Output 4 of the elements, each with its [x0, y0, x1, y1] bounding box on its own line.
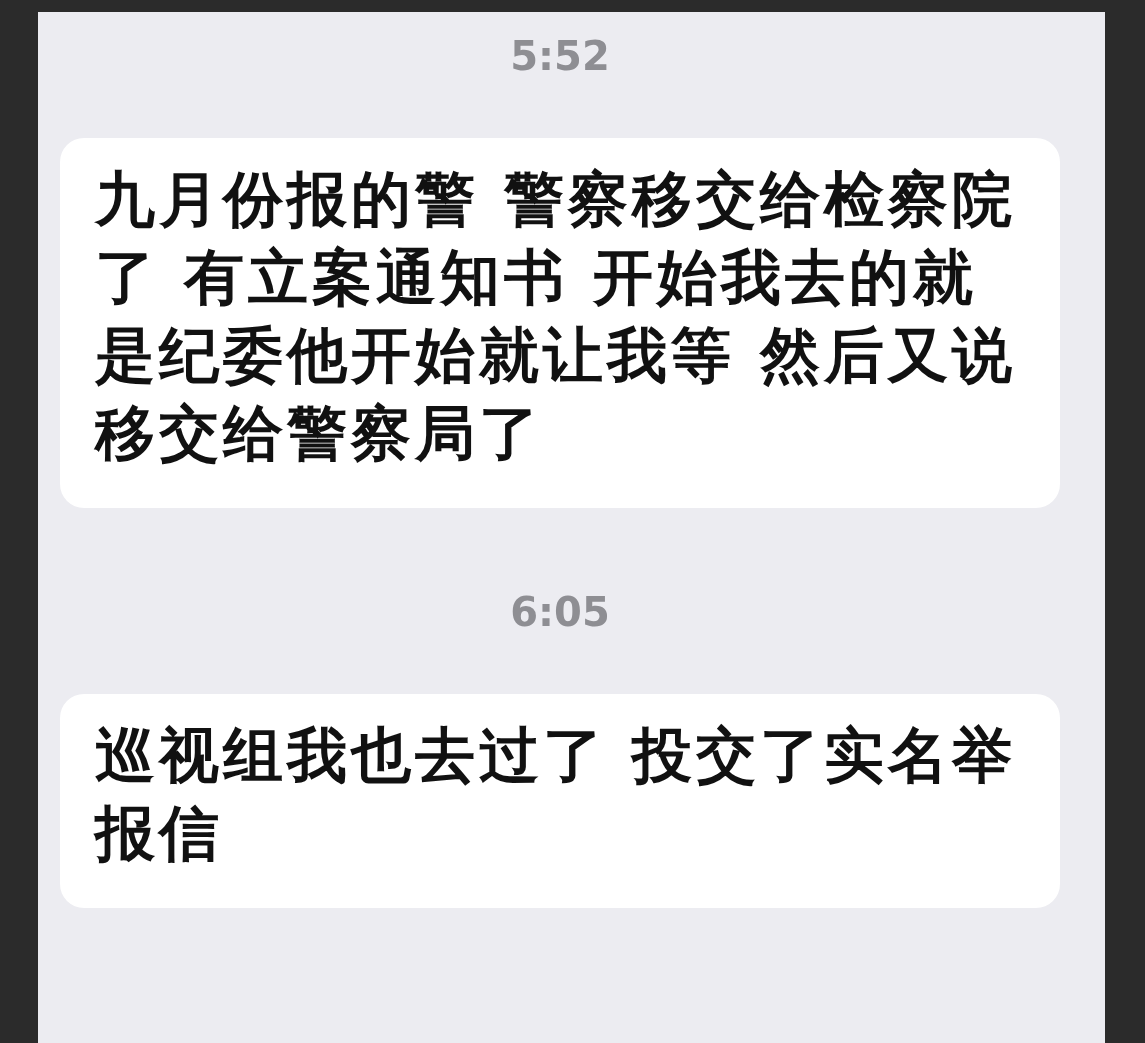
message-text: 巡视组我也去过了 投交了实名举报信 — [95, 719, 1017, 870]
message-text: 九月份报的警 警察移交给检察院了 有立案通知书 开始我去的就是纪委他开始就让我等 然后又说移交给警察局了 — [95, 163, 1017, 470]
message-timestamp: 6:05 — [510, 588, 610, 636]
message-timestamp: 5:52 — [510, 32, 610, 80]
